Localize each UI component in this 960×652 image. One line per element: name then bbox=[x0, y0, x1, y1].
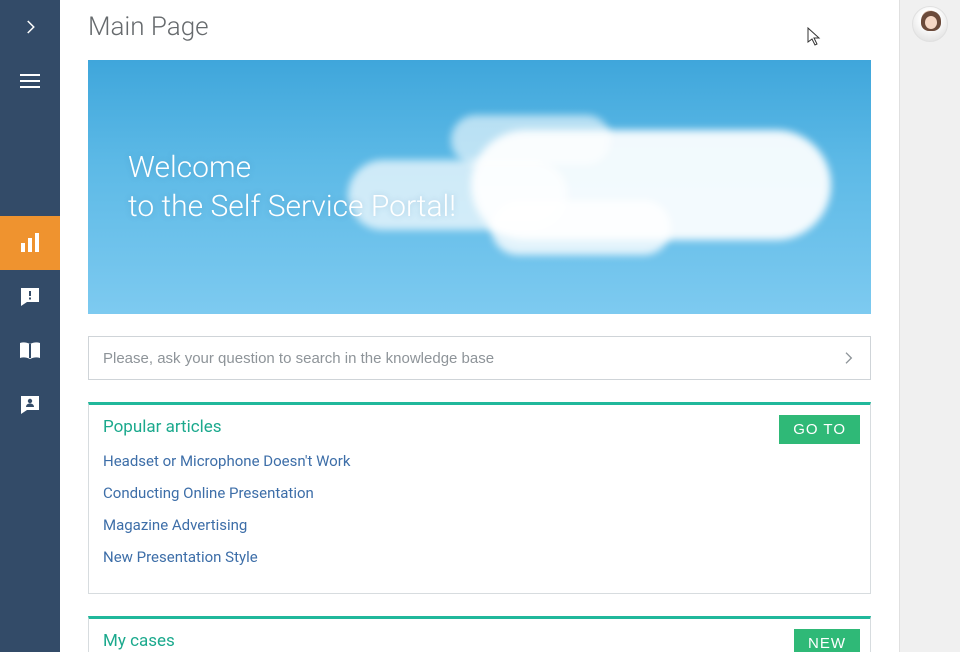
sidebar-feedback-button[interactable] bbox=[0, 270, 60, 324]
banner-text: Welcome to the Self Service Portal! bbox=[128, 148, 456, 226]
page-title: Main Page bbox=[60, 0, 899, 60]
menu-icon bbox=[18, 69, 42, 93]
sidebar-contact-button[interactable] bbox=[0, 378, 60, 432]
alert-chat-icon bbox=[18, 285, 42, 309]
book-icon bbox=[18, 339, 42, 363]
search-input[interactable] bbox=[89, 337, 826, 379]
sidebar-expand-button[interactable] bbox=[0, 0, 60, 54]
go-to-button[interactable]: GO TO bbox=[779, 415, 860, 444]
new-button[interactable]: NEW bbox=[794, 629, 860, 652]
avatar[interactable] bbox=[912, 6, 948, 42]
sidebar-analytics-button[interactable] bbox=[0, 216, 60, 270]
bar-chart-icon bbox=[18, 231, 42, 255]
sidebar bbox=[0, 0, 60, 652]
article-link[interactable]: New Presentation Style bbox=[103, 545, 856, 569]
my-cases-panel: My cases NEW bbox=[88, 616, 871, 652]
panel-title-cases: My cases bbox=[103, 631, 856, 651]
banner-line2: to the Self Service Portal! bbox=[128, 187, 456, 226]
popular-articles-panel: Popular articles GO TO Headset or Microp… bbox=[88, 402, 871, 594]
sidebar-menu-button[interactable] bbox=[0, 54, 60, 108]
panel-title-popular: Popular articles bbox=[103, 417, 856, 437]
article-link[interactable]: Conducting Online Presentation bbox=[103, 481, 856, 505]
article-link[interactable]: Headset or Microphone Doesn't Work bbox=[103, 449, 856, 473]
banner-line1: Welcome bbox=[128, 148, 456, 187]
search-row bbox=[88, 336, 871, 380]
chevron-right-icon bbox=[840, 350, 856, 366]
article-link[interactable]: Magazine Advertising bbox=[103, 513, 856, 537]
chevron-right-icon bbox=[21, 18, 39, 36]
person-chat-icon bbox=[18, 393, 42, 417]
search-submit-button[interactable] bbox=[826, 337, 870, 379]
main-content: Main Page Welcome to the Self Service Po… bbox=[60, 0, 900, 652]
welcome-banner: Welcome to the Self Service Portal! bbox=[88, 60, 871, 314]
sidebar-knowledge-button[interactable] bbox=[0, 324, 60, 378]
